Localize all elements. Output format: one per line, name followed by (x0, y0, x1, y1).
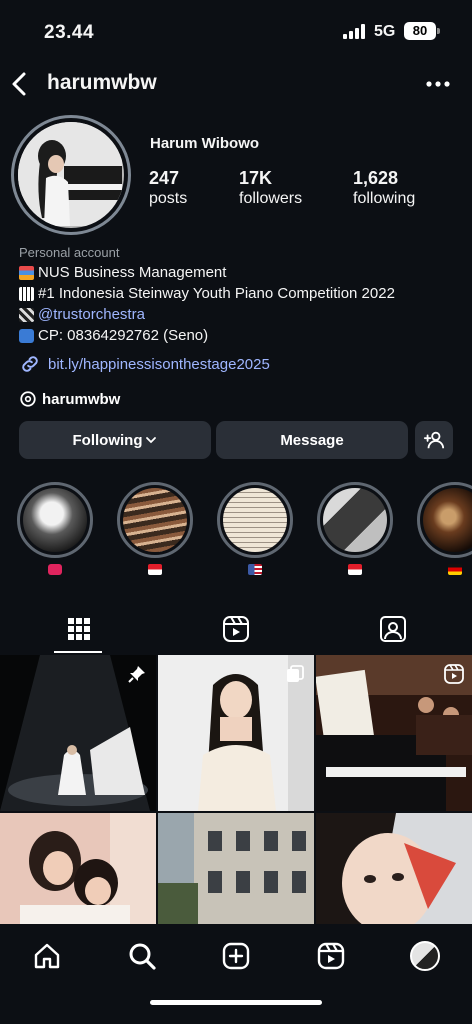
chevron-left-icon[interactable] (8, 70, 32, 98)
stat-value: 1,628 (353, 168, 399, 188)
threads-handle: harumwbw (42, 390, 121, 408)
stat-followers[interactable]: 17K followers (239, 168, 302, 208)
mention-link[interactable]: @trustorchestra (38, 304, 145, 325)
bio-line: @trustorchestra (19, 304, 459, 325)
highlight-cover (217, 482, 293, 558)
indonesia-flag-icon (148, 564, 162, 575)
carousel-icon (287, 665, 304, 682)
nav-reels[interactable] (311, 936, 351, 976)
tab-reels[interactable] (157, 605, 314, 653)
stat-following[interactable]: 1,628 following (353, 168, 415, 208)
highlight-cover (417, 482, 472, 558)
reels-icon (317, 942, 345, 970)
bio-line: CP: 08364292762 (Seno) (19, 325, 459, 346)
germany-flag-icon (448, 564, 462, 575)
story-highlight[interactable] (117, 482, 193, 575)
display-name: Harum Wibowo (150, 135, 260, 152)
nav-home[interactable] (27, 936, 67, 976)
search-icon (129, 943, 156, 970)
status-time: 23.44 (44, 22, 95, 43)
bottom-nav (0, 924, 472, 1024)
account-category: Personal account (19, 245, 120, 260)
network-type: 5G (374, 23, 396, 40)
post-thumbnail[interactable] (0, 813, 156, 924)
following-button[interactable]: Following (19, 421, 211, 459)
heart-emoji (48, 564, 62, 575)
post-thumbnail[interactable] (316, 813, 472, 924)
bio-text: #1 Indonesia Steinway Youth Piano Compet… (38, 285, 395, 302)
tab-posts-grid[interactable] (0, 605, 157, 653)
bio-text: CP: 08364292762 (Seno) (38, 327, 209, 344)
message-button[interactable]: Message (216, 421, 408, 459)
profile-bio: Personal account NUS Business Management… (19, 244, 459, 411)
post-thumbnail[interactable] (158, 813, 314, 924)
chevron-down-icon (146, 437, 157, 444)
active-tab-indicator (54, 651, 102, 653)
post-thumbnail[interactable] (158, 655, 314, 811)
ellipsis-icon[interactable] (424, 72, 452, 96)
books-emoji (19, 265, 34, 280)
story-highlight[interactable] (217, 482, 293, 575)
pin-icon (128, 666, 145, 683)
nav-profile[interactable] (405, 936, 445, 976)
story-highlight[interactable] (17, 482, 93, 575)
page-title: harumwbw (47, 71, 157, 94)
suggest-people-button[interactable] (415, 421, 453, 459)
threads-icon (20, 391, 36, 407)
highlight-cover (317, 482, 393, 558)
usa-flag-icon (248, 564, 262, 575)
status-bar: 23.44 5G 80 (0, 0, 472, 62)
bio-line: #1 Indonesia Steinway Youth Piano Compet… (19, 283, 459, 304)
top-bar: harumwbw (0, 62, 472, 106)
tab-tagged[interactable] (314, 605, 471, 653)
link-icon (22, 356, 38, 372)
stat-label: following (353, 190, 416, 207)
battery-icon: 80 (404, 22, 440, 40)
indonesia-flag-icon (348, 564, 362, 575)
post-thumbnail[interactable] (0, 655, 156, 811)
highlight-cover (17, 482, 93, 558)
avatar-photo (18, 122, 124, 228)
highlight-cover (117, 482, 193, 558)
stat-label: followers (239, 190, 303, 207)
add-user-icon (423, 431, 445, 449)
nav-search[interactable] (122, 936, 162, 976)
reel-icon (444, 664, 464, 684)
stat-value: 17K (239, 168, 273, 188)
following-label: Following (72, 431, 143, 449)
home-indicator (150, 1000, 322, 1005)
profile-avatar-small (410, 941, 440, 971)
create-icon (222, 942, 250, 970)
bio-text: NUS Business Management (38, 264, 227, 281)
link-text: bit.ly/happinessisonthestage2025 (48, 355, 270, 373)
profile-avatar[interactable] (11, 115, 131, 235)
stat-posts[interactable]: 247 posts (149, 168, 187, 208)
reels-icon (222, 616, 249, 642)
clapper-emoji (19, 307, 34, 322)
nav-create[interactable] (216, 936, 256, 976)
home-icon (34, 943, 60, 969)
story-highlight[interactable] (317, 482, 393, 575)
stat-label: posts (149, 190, 188, 207)
stat-value: 247 (149, 168, 180, 188)
phone-emoji (19, 328, 34, 343)
profile-tabs (0, 605, 472, 653)
signal-icon (343, 24, 367, 39)
post-thumbnail[interactable] (316, 655, 472, 811)
message-label: Message (280, 431, 344, 449)
bio-line: NUS Business Management (19, 262, 459, 283)
grid-icon (67, 618, 90, 640)
bio-link[interactable]: bit.ly/happinessisonthestage2025 (19, 353, 459, 375)
tagged-icon (379, 616, 406, 642)
piano-keys-emoji (19, 286, 34, 301)
story-highlight[interactable] (417, 482, 472, 575)
threads-badge[interactable]: harumwbw (19, 387, 459, 411)
